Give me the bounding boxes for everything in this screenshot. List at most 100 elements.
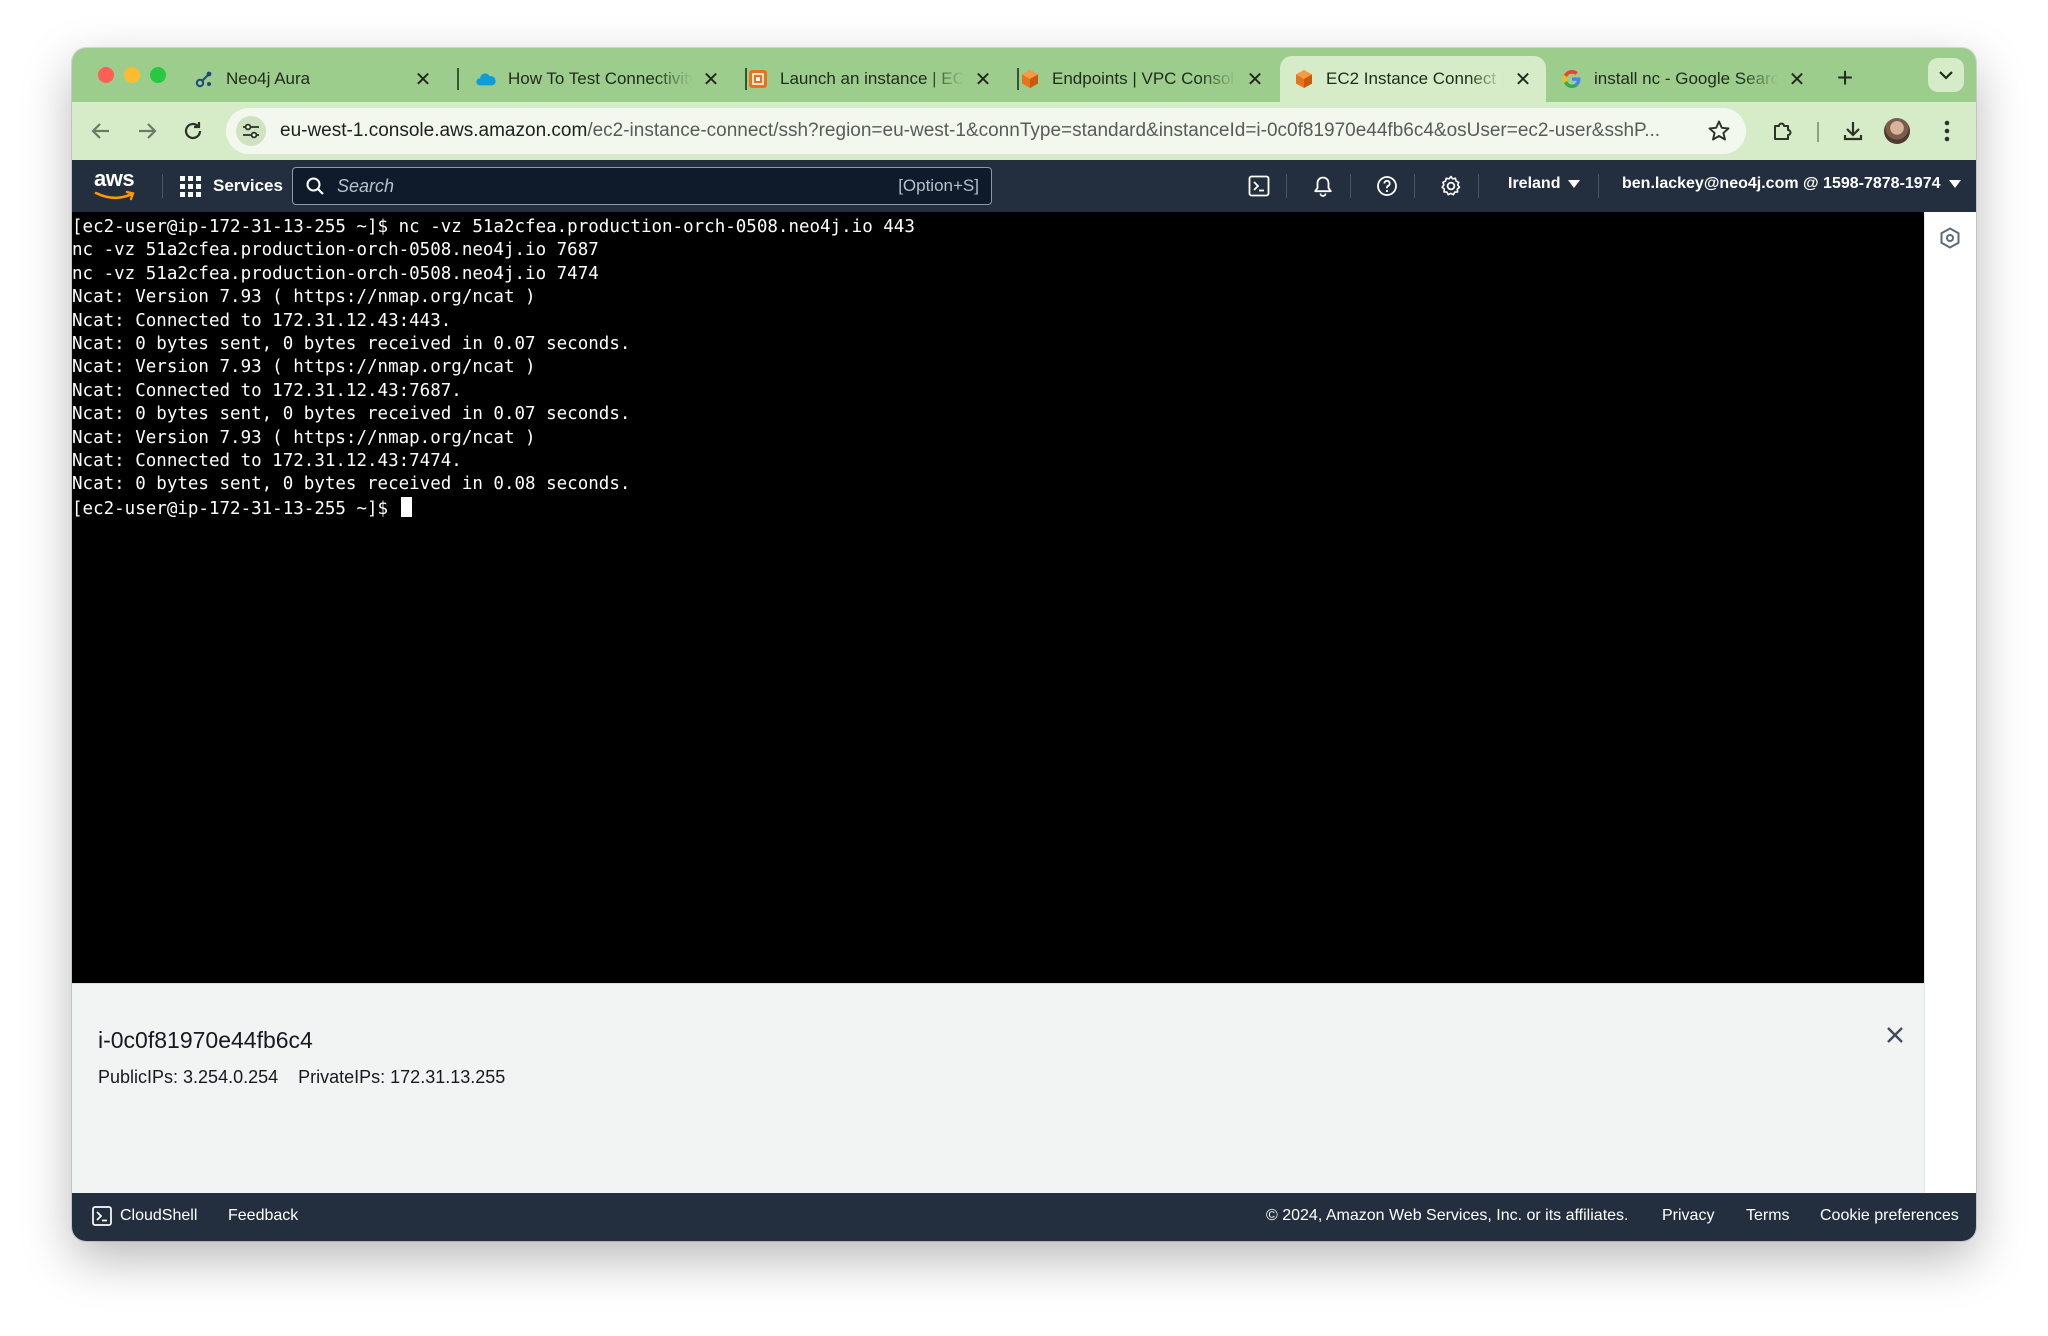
close-icon[interactable]: ✕ (1512, 68, 1534, 91)
browser-window: Neo4j Aura ✕ How To Test Connectivity ✕ … (72, 48, 1976, 1241)
right-side-rail (1924, 212, 1976, 1193)
region-label: Ireland (1508, 175, 1561, 192)
close-icon (1887, 1027, 1903, 1043)
forward-button[interactable] (130, 114, 164, 148)
download-icon[interactable] (1836, 114, 1870, 148)
terminal-line: [ec2-user@ip-172-31-13-255 ~]$ nc -vz 51… (72, 217, 915, 237)
instance-ips: PublicIPs: 3.254.0.254 PrivateIPs: 172.3… (98, 1067, 505, 1088)
tab-neo4j-aura[interactable]: Neo4j Aura ✕ (180, 56, 446, 102)
arrow-right-icon (139, 123, 157, 139)
tab-divider (457, 68, 459, 90)
terminal-line: Ncat: Connected to 172.31.12.43:443. (72, 310, 452, 331)
close-icon[interactable]: ✕ (700, 68, 722, 91)
cookie-preferences-link[interactable]: Cookie preferences (1820, 1207, 1959, 1225)
notifications-bell-icon[interactable] (1310, 173, 1336, 199)
header-divider (1286, 174, 1287, 198)
caret-down-icon (1948, 180, 1961, 188)
chevron-down-icon (1939, 71, 1953, 80)
header-divider (1598, 174, 1599, 198)
browser-toolbar: eu-west-1.console.aws.amazon.com/ec2-ins… (72, 102, 1976, 160)
tab-title: install nc - Google Search (1594, 69, 1778, 88)
public-ips: PublicIPs: 3.254.0.254 (98, 1067, 279, 1087)
site-info-icon[interactable] (236, 116, 266, 146)
aws-smile-icon (94, 190, 135, 201)
ssh-terminal[interactable]: [ec2-user@ip-172-31-13-255 ~]$ nc -vz 51… (72, 212, 1924, 983)
arrow-left-icon (91, 123, 109, 139)
settings-hexagon-icon[interactable] (1938, 226, 1962, 250)
privacy-link[interactable]: Privacy (1662, 1207, 1714, 1225)
tab-title: Endpoints | VPC Console (1052, 69, 1236, 88)
toolbar-divider (1817, 122, 1819, 142)
terminal-line: Ncat: Version 7.93 ( https://nmap.org/nc… (72, 357, 536, 378)
header-divider (1478, 174, 1479, 198)
help-icon[interactable] (1374, 173, 1400, 199)
close-icon[interactable]: ✕ (1244, 68, 1266, 91)
zoom-window-button[interactable] (150, 67, 166, 83)
terminal-cursor (400, 496, 412, 517)
header-divider (1414, 174, 1415, 198)
terminal-line: Ncat: 0 bytes sent, 0 bytes received in … (72, 334, 631, 355)
console-search-box[interactable]: [Option+S] (292, 167, 992, 205)
reload-button[interactable] (176, 114, 210, 148)
settings-gear-icon[interactable] (1438, 173, 1464, 199)
cloudshell-icon (92, 1206, 112, 1226)
terminal-line: Ncat: Connected to 172.31.12.43:7687. (72, 380, 462, 401)
instance-details-panel: i-0c0f81970e44fb6c4 PublicIPs: 3.254.0.2… (72, 983, 1924, 1193)
tab-endpoints-vpc-console[interactable]: Endpoints | VPC Console ✕ (1006, 56, 1278, 102)
bookmark-star-icon[interactable] (1706, 118, 1732, 144)
search-input[interactable] (337, 175, 857, 197)
aws-logo-text: aws (94, 166, 135, 191)
tab-title: Launch an instance | EC2 (780, 69, 964, 88)
header-divider (162, 174, 163, 198)
close-window-button[interactable] (98, 67, 114, 83)
aws-ec2-icon (1294, 69, 1314, 89)
back-button[interactable] (84, 114, 118, 148)
aws-logo[interactable]: aws (94, 166, 138, 206)
close-icon[interactable]: ✕ (1786, 68, 1808, 91)
tab-title: Neo4j Aura (226, 69, 311, 88)
new-tab-button[interactable]: + (1827, 60, 1863, 96)
services-menu-button[interactable]: Services (180, 172, 283, 200)
feedback-link[interactable]: Feedback (228, 1207, 298, 1225)
cloudshell-icon[interactable] (1246, 173, 1272, 199)
tab-ec2-instance-connect[interactable]: EC2 Instance Connect | EC2 ✕ (1280, 56, 1546, 102)
terminal-line: nc -vz 51a2cfea.production-orch-0508.neo… (72, 240, 599, 261)
cloudshell-label: CloudShell (120, 1207, 198, 1224)
tab-how-to-test-connectivity[interactable]: How To Test Connectivity ✕ (462, 56, 734, 102)
tab-strip: Neo4j Aura ✕ How To Test Connectivity ✕ … (72, 48, 1976, 102)
terminal-line: Ncat: Version 7.93 ( https://nmap.org/nc… (72, 287, 536, 308)
tab-title: How To Test Connectivity (508, 69, 692, 88)
profile-avatar[interactable] (1884, 118, 1910, 144)
tab-title: EC2 Instance Connect | EC2 (1326, 69, 1504, 88)
caret-down-icon (1568, 180, 1581, 188)
terminal-line: nc -vz 51a2cfea.production-orch-0508.neo… (72, 263, 599, 284)
aws-console-header: aws Services [Option+S] (72, 160, 1976, 212)
grid-menu-icon (180, 175, 201, 197)
terminal-line: Ncat: 0 bytes sent, 0 bytes received in … (72, 404, 631, 425)
extensions-puzzle-icon[interactable] (1766, 114, 1800, 148)
close-icon[interactable]: ✕ (412, 68, 434, 91)
terminal-line: Ncat: Version 7.93 ( https://nmap.org/nc… (72, 427, 536, 448)
services-label: Services (213, 176, 283, 195)
aws-vpc-icon (1020, 69, 1040, 89)
private-ips: PrivateIPs: 172.31.13.255 (298, 1067, 506, 1087)
url-host: eu-west-1.console.aws.amazon.com (280, 120, 588, 141)
account-menu[interactable]: ben.lackey@neo4j.com @ 1598-7878-1974 (1622, 175, 1961, 193)
tab-install-nc-google-search[interactable]: install nc - Google Search ✕ (1548, 56, 1820, 102)
tab-search-button[interactable] (1928, 58, 1964, 92)
close-icon[interactable]: ✕ (972, 68, 994, 91)
region-selector[interactable]: Ireland (1508, 175, 1581, 193)
url-text: eu-west-1.console.aws.amazon.com/ec2-ins… (280, 120, 1700, 142)
more-menu-icon[interactable] (1930, 114, 1964, 148)
salesforce-cloud-icon (476, 69, 496, 89)
search-icon (306, 177, 324, 195)
neo4j-icon (194, 69, 214, 89)
tab-launch-an-instance[interactable]: Launch an instance | EC2 ✕ (734, 56, 1006, 102)
address-bar[interactable]: eu-west-1.console.aws.amazon.com/ec2-ins… (226, 108, 1746, 154)
terminal-prompt: [ec2-user@ip-172-31-13-255 ~]$ (72, 498, 399, 519)
close-panel-button[interactable] (1882, 1022, 1908, 1048)
aws-ec2-icon (748, 69, 768, 89)
minimize-window-button[interactable] (124, 67, 140, 83)
terms-link[interactable]: Terms (1746, 1207, 1790, 1225)
cloudshell-button[interactable]: CloudShell (92, 1206, 197, 1226)
